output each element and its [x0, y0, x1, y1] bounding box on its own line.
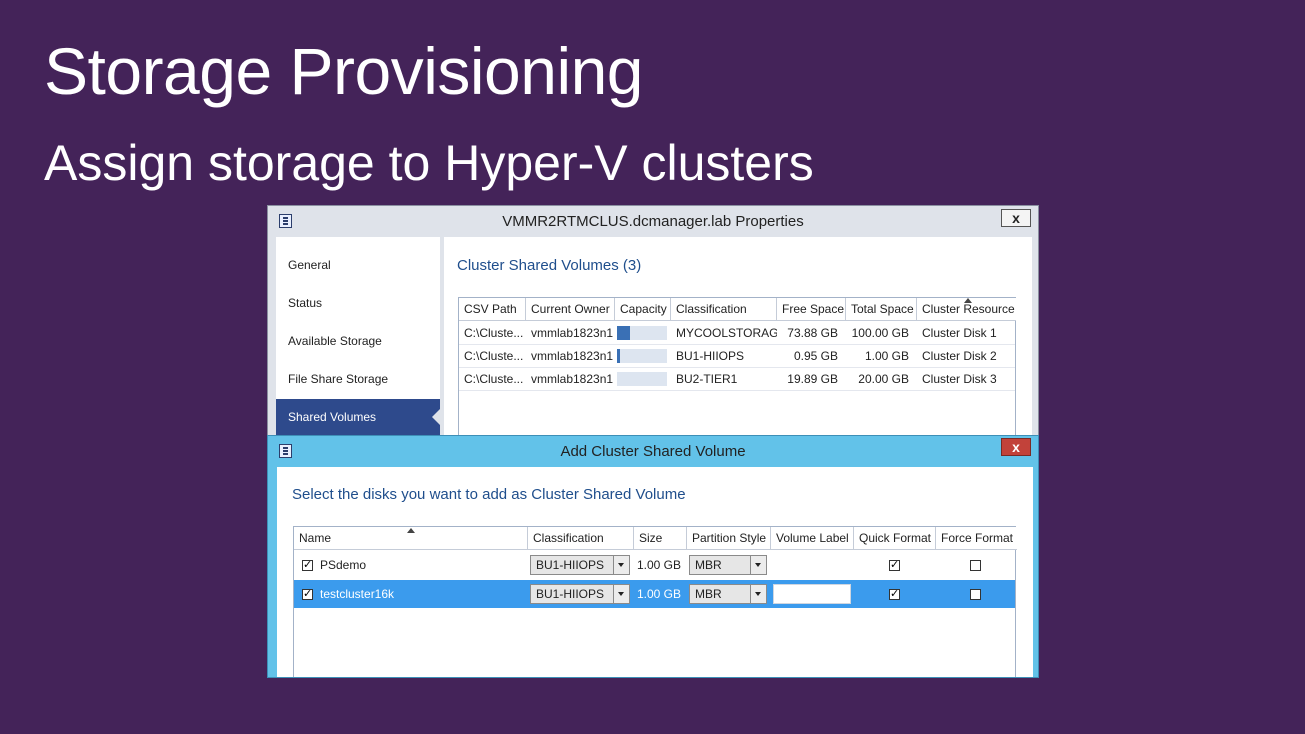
classification-cell: BU2-TIER1 — [676, 372, 738, 386]
disk-size: 1.00 GB — [636, 558, 681, 572]
dialog-body: Select the disks you want to add as Clus… — [277, 467, 1033, 677]
capacity-bar-fill — [617, 349, 620, 363]
free-space-cell: 19.89 GB — [787, 372, 838, 386]
disk-row[interactable]: ✓ PSdemo BU1-HIIOPS 1.00 GB MBR ✓ — [294, 551, 1015, 579]
nav-item-shared-volumes[interactable]: Shared Volumes — [276, 399, 441, 435]
capacity-bar — [617, 349, 667, 363]
dialog-title: Add Cluster Shared Volume — [560, 443, 746, 460]
classification-value: BU1-HIIOPS — [536, 587, 605, 601]
partition-style-dropdown[interactable]: MBR — [689, 555, 767, 575]
disk-size: 1.00 GB — [636, 587, 681, 601]
csv-path-cell: C:\Cluste... — [464, 326, 524, 340]
disk-name: testcluster16k — [320, 587, 395, 601]
csv-path-cell: C:\Cluste... — [464, 372, 524, 386]
nav-item-general[interactable]: General — [276, 247, 440, 283]
partition-style-dropdown[interactable]: MBR — [689, 584, 767, 604]
section-title: Cluster Shared Volumes (3) — [457, 257, 642, 274]
classification-cell: BU1-HIIOPS — [676, 349, 745, 363]
col-header-force-format[interactable]: Force Format — [936, 527, 1017, 550]
classification-value: BU1-HIIOPS — [536, 558, 605, 572]
col-header-partition-style[interactable]: Partition Style — [687, 527, 771, 550]
csv-path-cell: C:\Cluste... — [464, 349, 524, 363]
properties-window-title: VMMR2RTMCLUS.dcmanager.lab Properties — [502, 213, 804, 230]
checkbox-icon[interactable]: ✓ — [302, 560, 313, 571]
chevron-down-icon — [750, 585, 766, 603]
properties-close-button[interactable]: x — [1001, 209, 1031, 227]
nav-item-file-share-storage[interactable]: File Share Storage — [276, 361, 440, 397]
cluster-resource-cell: Cluster Disk 1 — [922, 326, 997, 340]
capacity-bar — [617, 372, 667, 386]
total-space-cell: 100.00 GB — [851, 326, 909, 340]
dialog-instruction: Select the disks you want to add as Clus… — [292, 486, 686, 503]
nav-item-available-storage[interactable]: Available Storage — [276, 323, 440, 359]
disk-row-selected[interactable]: ✓ testcluster16k BU1-HIIOPS 1.00 GB MBR … — [294, 580, 1015, 608]
quick-format-checkbox[interactable]: ✓ — [889, 560, 900, 571]
sort-ascending-icon — [964, 298, 972, 303]
dialog-close-button[interactable]: x — [1001, 438, 1031, 456]
col-header-capacity[interactable]: Capacity — [615, 298, 671, 321]
partition-style-value: MBR — [695, 587, 722, 601]
add-csv-dialog: Add Cluster Shared Volume x Select the d… — [267, 435, 1039, 678]
owner-cell: vmmlab1823n1 — [531, 349, 614, 363]
col-header-volume-label[interactable]: Volume Label — [771, 527, 854, 550]
disk-table: Name Classification Size Partition Style… — [293, 526, 1017, 677]
col-header-csv-path[interactable]: CSV Path — [459, 298, 526, 321]
col-header-total-space[interactable]: Total Space — [846, 298, 917, 321]
force-format-checkbox[interactable] — [970, 589, 981, 600]
free-space-cell: 73.88 GB — [787, 326, 838, 340]
slide-title: Storage Provisioning — [44, 34, 644, 108]
chevron-down-icon — [613, 585, 629, 603]
col-header-free-space[interactable]: Free Space — [777, 298, 846, 321]
chevron-down-icon — [750, 556, 766, 574]
sort-ascending-icon — [407, 528, 415, 533]
quick-format-checkbox[interactable]: ✓ — [889, 589, 900, 600]
disk-name: PSdemo — [320, 558, 367, 572]
capacity-bar — [617, 326, 667, 340]
slide-subtitle: Assign storage to Hyper-V clusters — [44, 135, 814, 191]
capacity-bar-fill — [617, 326, 630, 340]
col-header-quick-format[interactable]: Quick Format — [854, 527, 936, 550]
checkbox-icon[interactable]: ✓ — [302, 589, 313, 600]
classification-cell: MYCOOLSTORAGE — [676, 326, 777, 340]
volume-label-input[interactable] — [773, 584, 851, 604]
col-header-current-owner[interactable]: Current Owner — [526, 298, 615, 321]
free-space-cell: 0.95 GB — [793, 349, 838, 363]
dialog-titlebar[interactable]: Add Cluster Shared Volume x — [268, 436, 1038, 466]
properties-titlebar[interactable]: VMMR2RTMCLUS.dcmanager.lab Properties x — [268, 206, 1038, 236]
classification-dropdown[interactable]: BU1-HIIOPS — [530, 584, 630, 604]
nav-item-status[interactable]: Status — [276, 285, 440, 321]
col-header-classification[interactable]: Classification — [528, 527, 634, 550]
partition-style-value: MBR — [695, 558, 722, 572]
chevron-down-icon — [613, 556, 629, 574]
total-space-cell: 1.00 GB — [864, 349, 909, 363]
total-space-cell: 20.00 GB — [858, 372, 909, 386]
cluster-resource-cell: Cluster Disk 3 — [922, 372, 997, 386]
col-header-classification[interactable]: Classification — [671, 298, 777, 321]
row-divider — [459, 390, 1015, 391]
force-format-checkbox[interactable] — [970, 560, 981, 571]
col-header-size[interactable]: Size — [634, 527, 687, 550]
owner-cell: vmmlab1823n1 — [531, 326, 614, 340]
classification-dropdown[interactable]: BU1-HIIOPS — [530, 555, 630, 575]
cluster-resource-cell: Cluster Disk 2 — [922, 349, 997, 363]
owner-cell: vmmlab1823n1 — [531, 372, 614, 386]
